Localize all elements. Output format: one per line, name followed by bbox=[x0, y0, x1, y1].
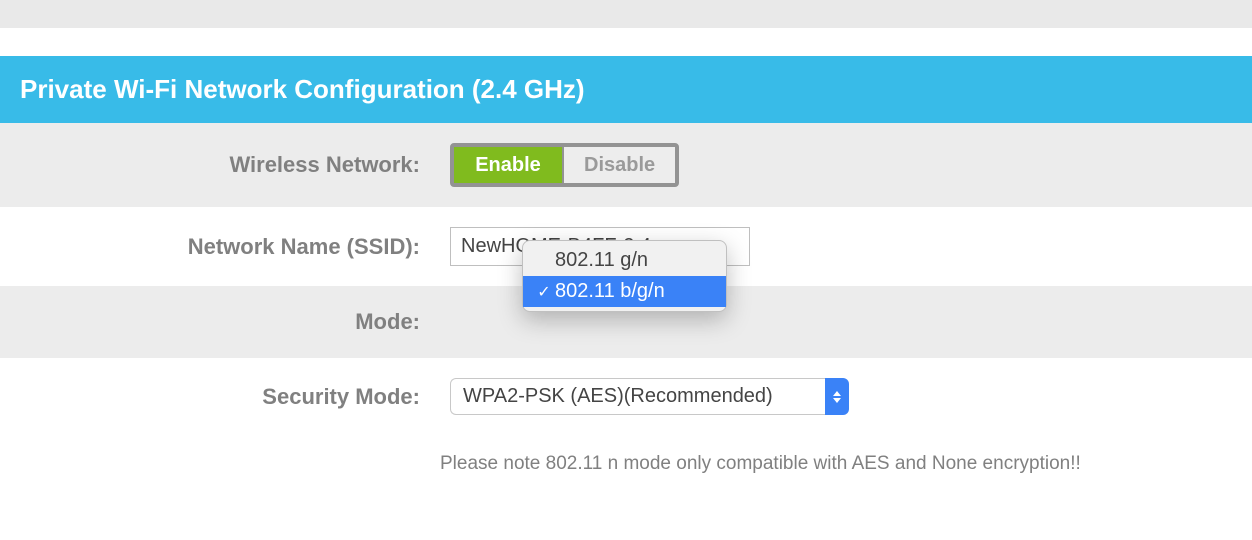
mode-option-label: 802.11 b/g/n bbox=[555, 280, 665, 303]
security-mode-label: Security Mode: bbox=[10, 384, 450, 410]
mode-option-label: 802.11 g/n bbox=[555, 249, 648, 272]
security-mode-value: WPA2-PSK (AES)(Recommended) bbox=[450, 378, 825, 415]
panel-title: Private Wi-Fi Network Configuration (2.4… bbox=[0, 56, 1252, 123]
ssid-label: Network Name (SSID): bbox=[10, 234, 450, 260]
enable-button[interactable]: Enable bbox=[454, 147, 564, 183]
mode-label: Mode: bbox=[10, 309, 450, 335]
row-security-mode: Security Mode: WPA2-PSK (AES)(Recommende… bbox=[0, 358, 1252, 435]
check-icon: ✓ bbox=[533, 282, 555, 302]
wifi-config-panel: Private Wi-Fi Network Configuration (2.4… bbox=[0, 56, 1252, 503]
top-spacer bbox=[0, 0, 1252, 28]
row-mode: Mode: ✓ 802.11 g/n ✓ 802.11 b/g/n bbox=[0, 286, 1252, 358]
compatibility-note: Please note 802.11 n mode only compatibl… bbox=[0, 435, 1252, 503]
security-mode-select[interactable]: WPA2-PSK (AES)(Recommended) bbox=[450, 378, 849, 415]
mode-dropdown[interactable]: ✓ 802.11 g/n ✓ 802.11 b/g/n bbox=[522, 240, 727, 312]
wireless-toggle[interactable]: Enable Disable bbox=[450, 143, 679, 187]
row-wireless-network: Wireless Network: Enable Disable bbox=[0, 123, 1252, 207]
select-arrows-icon bbox=[825, 378, 849, 415]
disable-button[interactable]: Disable bbox=[564, 147, 675, 183]
mode-option-bgn[interactable]: ✓ 802.11 b/g/n bbox=[523, 276, 726, 307]
wireless-network-label: Wireless Network: bbox=[10, 152, 450, 178]
mode-option-gn[interactable]: ✓ 802.11 g/n bbox=[523, 245, 726, 276]
